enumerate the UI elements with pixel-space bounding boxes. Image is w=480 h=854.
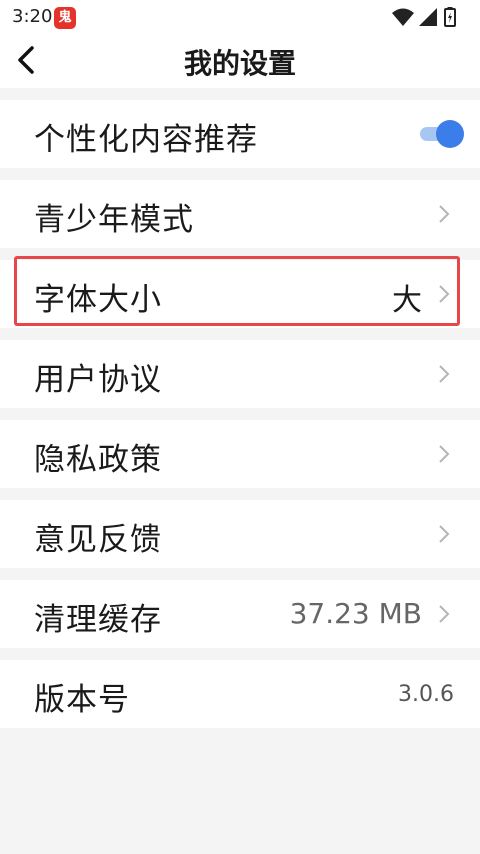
divider <box>0 328 480 340</box>
header: 我的设置 <box>0 34 480 88</box>
setting-label: 字体大小 <box>34 282 162 318</box>
setting-label: 用户协议 <box>34 362 162 398</box>
setting-version: 版本号 3.0.6 <box>0 660 480 728</box>
battery-icon <box>444 7 456 27</box>
chevron-right-icon <box>439 205 450 223</box>
divider <box>0 168 480 180</box>
toggle-thumb <box>436 120 464 148</box>
status-bar: 3:20 鬼 <box>0 0 480 34</box>
chevron-right-icon <box>439 445 450 463</box>
setting-label: 版本号 <box>34 682 130 718</box>
divider <box>0 88 480 100</box>
version-value: 3.0.6 <box>398 682 454 707</box>
divider <box>0 648 480 660</box>
chevron-right-icon <box>439 605 450 623</box>
cache-size-value: 37.23 MB <box>289 597 422 630</box>
setting-label: 个性化内容推荐 <box>34 122 258 158</box>
setting-font-size[interactable]: 字体大小 大 <box>0 260 480 328</box>
chevron-right-icon <box>439 525 450 543</box>
divider <box>0 248 480 260</box>
page-title: 我的设置 <box>183 47 296 80</box>
personalized-recommend-toggle[interactable] <box>416 120 464 148</box>
settings-list: 个性化内容推荐 青少年模式 字体大小 大 用户协议 隐私政策 意见反馈 清理缓存… <box>0 88 480 728</box>
setting-label: 青少年模式 <box>34 202 194 238</box>
app-notification-icon: 鬼 <box>54 7 76 29</box>
setting-label: 意见反馈 <box>34 522 162 558</box>
divider <box>0 488 480 500</box>
setting-user-agreement[interactable]: 用户协议 <box>0 340 480 408</box>
signal-icon <box>419 8 437 26</box>
setting-label: 清理缓存 <box>34 602 162 638</box>
setting-clear-cache[interactable]: 清理缓存 37.23 MB <box>0 580 480 648</box>
setting-privacy-policy[interactable]: 隐私政策 <box>0 420 480 488</box>
wifi-icon <box>392 8 414 26</box>
divider <box>0 568 480 580</box>
status-time: 3:20 <box>12 6 53 27</box>
font-size-value: 大 <box>392 283 422 318</box>
chevron-right-icon <box>439 365 450 383</box>
chevron-right-icon <box>439 285 450 303</box>
empty-area <box>0 728 480 854</box>
setting-feedback[interactable]: 意见反馈 <box>0 500 480 568</box>
setting-teen-mode[interactable]: 青少年模式 <box>0 180 480 248</box>
setting-label: 隐私政策 <box>34 442 162 478</box>
setting-personalized-recommend[interactable]: 个性化内容推荐 <box>0 100 480 168</box>
divider <box>0 408 480 420</box>
